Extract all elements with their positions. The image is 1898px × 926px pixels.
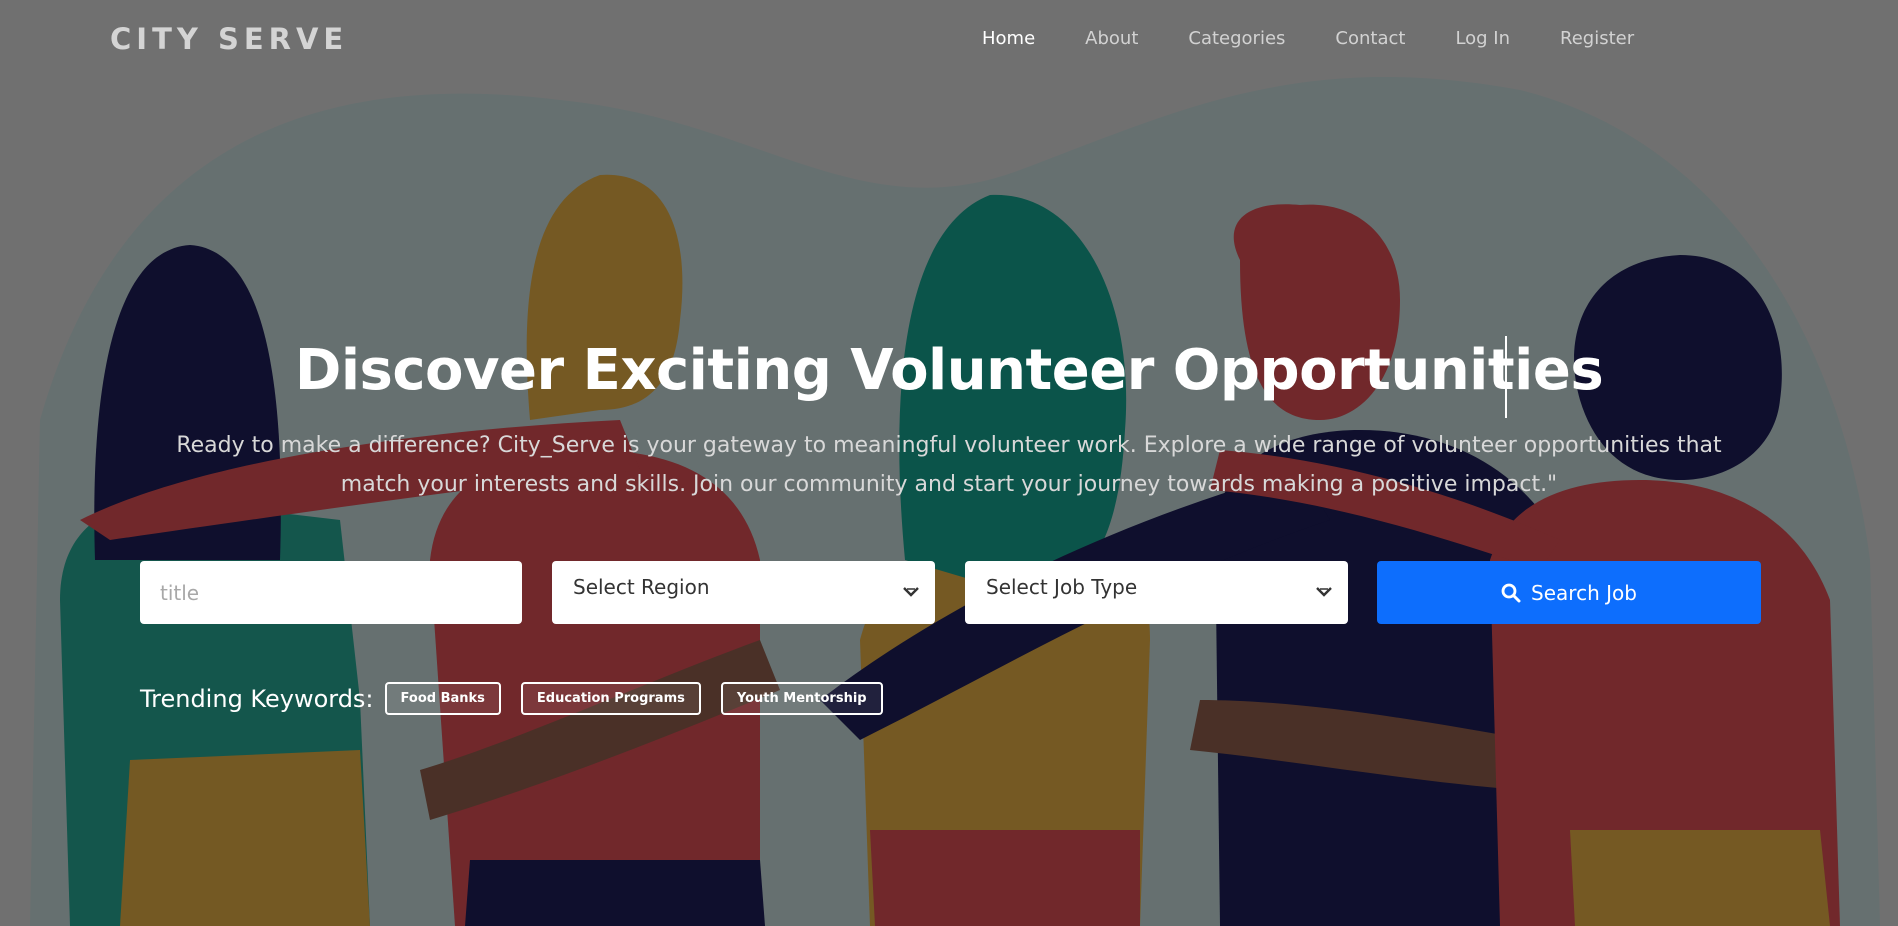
nav-contact[interactable]: Contact [1335, 28, 1405, 49]
hero-title: Discover Exciting Volunteer Opportunitie… [294, 338, 1604, 403]
trending-label: Trending Keywords: [140, 684, 374, 713]
nav-home[interactable]: Home [982, 28, 1035, 49]
navbar: CITY SERVE Home About Categories Contact… [0, 0, 1898, 80]
hero-subtitle: Ready to make a difference? City_Serve i… [176, 433, 1722, 497]
region-select-label: Select Region [573, 575, 710, 599]
search-icon [1501, 583, 1521, 602]
tag-food-banks[interactable]: Food Banks [384, 682, 501, 715]
tag-youth-mentorship[interactable]: Youth Mentorship [720, 682, 883, 715]
text-cursor [1505, 336, 1507, 418]
search-job-button[interactable]: Search Job [1377, 561, 1761, 624]
nav-login[interactable]: Log In [1455, 28, 1510, 49]
job-type-select[interactable]: Select Job Type [965, 561, 1348, 624]
nav-links: Home About Categories Contact Log In Reg… [982, 28, 1684, 49]
nav-categories[interactable]: Categories [1188, 28, 1285, 49]
job-type-select-label: Select Job Type [986, 575, 1138, 599]
title-input[interactable] [140, 561, 522, 624]
nav-register[interactable]: Register [1560, 28, 1634, 49]
chevron-down-icon [903, 587, 919, 597]
chevron-down-icon [1316, 587, 1332, 597]
region-select[interactable]: Select Region [552, 561, 935, 624]
nav-about[interactable]: About [1085, 28, 1138, 49]
tag-education-programs[interactable]: Education Programs [520, 682, 701, 715]
site-logo[interactable]: CITY SERVE [110, 22, 348, 56]
search-job-button-label: Search Job [1531, 580, 1637, 605]
trending-keywords: Trending Keywords: Food Banks Education … [140, 682, 903, 715]
